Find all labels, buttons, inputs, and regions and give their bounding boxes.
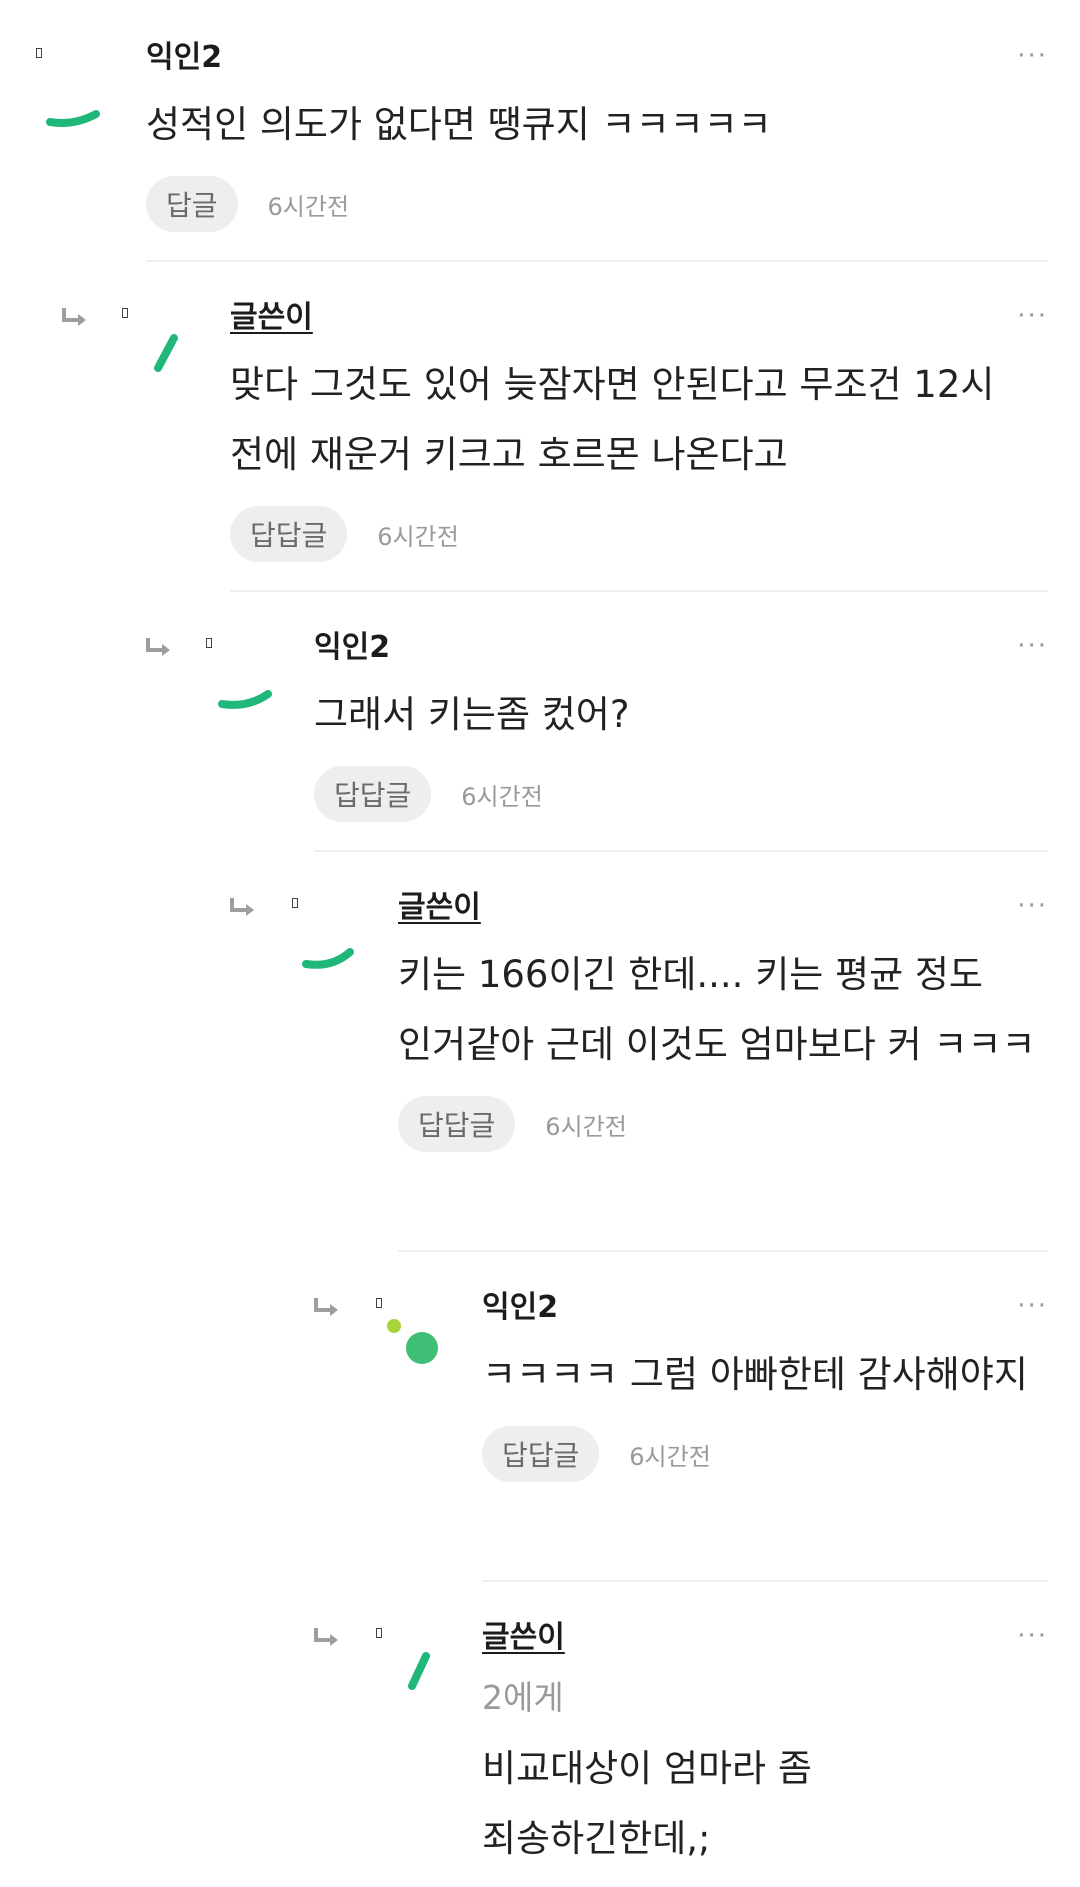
comment-author[interactable]: 글쓴이 xyxy=(482,1620,1048,1656)
comment: 글쓴이 ··· 키는 166이긴 한데.... 키는 평균 정도 인거같아 근데… xyxy=(0,890,1048,1250)
reply-button[interactable]: 답답글 xyxy=(314,766,432,822)
comment-text: 맞다 그것도 있어 늦잠자면 안된다고 무조건 12시 전에 재운거 키크고 호… xyxy=(230,363,995,476)
timestamp: 6시간전 xyxy=(461,782,543,811)
comment-text: 비교대상이 엄마라 좀 죄송하긴한데,; xyxy=(482,1747,812,1860)
comment-author[interactable]: 글쓴이 xyxy=(398,890,1048,926)
more-options-icon[interactable]: ··· xyxy=(1017,1623,1048,1649)
marker-icon xyxy=(292,898,298,908)
comment-author[interactable]: 익인2 xyxy=(146,40,1048,76)
reply-button[interactable]: 답글 xyxy=(146,176,238,232)
more-options-icon[interactable]: ··· xyxy=(1017,1293,1048,1319)
comment-meta: 답답글 6시간전 xyxy=(230,506,1048,562)
reply-arrow-icon xyxy=(312,1296,340,1320)
comment: 익인2 ··· 성적인 의도가 없다면 땡큐지 ㅋㅋㅋㅋㅋ 답글 6시간전 xyxy=(0,40,1048,260)
comment-author[interactable]: 익인2 xyxy=(314,630,1048,666)
comment-meta: 답답글 6시간전 xyxy=(398,1096,1048,1152)
reply-arrow-icon xyxy=(312,1626,340,1650)
reply-arrow-icon xyxy=(144,636,172,660)
reply-arrow-icon xyxy=(228,896,256,920)
avatar-icon[interactable] xyxy=(392,1646,452,1706)
reply-button[interactable]: 답답글 xyxy=(482,1426,600,1482)
reply-target: 2에게 xyxy=(482,1678,564,1717)
marker-icon xyxy=(376,1298,382,1308)
marker-icon xyxy=(122,308,128,318)
more-options-icon[interactable]: ··· xyxy=(1017,633,1048,659)
avatar-icon[interactable] xyxy=(44,74,104,134)
timestamp: 6시간전 xyxy=(545,1112,627,1141)
comment-text: 그래서 키는좀 컸어? xyxy=(314,693,630,736)
avatar-icon[interactable] xyxy=(298,918,358,978)
comment-author[interactable]: 익인2 xyxy=(482,1290,1048,1326)
timestamp: 6시간전 xyxy=(377,522,459,551)
comment-author[interactable]: 글쓴이 xyxy=(230,300,1048,336)
divider xyxy=(398,1250,1048,1252)
more-options-icon[interactable]: ··· xyxy=(1017,303,1048,329)
comment: 익인2 ··· ㅋㅋㅋㅋ 그럼 아빠한테 감사해야지 답답글 6시간전 xyxy=(0,1290,1048,1580)
avatar-icon[interactable] xyxy=(380,1314,440,1374)
comment-meta: 답글 6시간전 xyxy=(146,176,1048,232)
comment: 익인2 ··· 그래서 키는좀 컸어? 답답글 6시간전 xyxy=(0,630,1048,850)
comment-text: ㅋㅋㅋㅋ 그럼 아빠한테 감사해야지 xyxy=(482,1353,1028,1396)
comment-thread: 익인2 ··· 성적인 의도가 없다면 땡큐지 ㅋㅋㅋㅋㅋ 답글 6시간전 글쓴… xyxy=(0,0,1080,1887)
divider xyxy=(314,850,1048,852)
comment: 글쓴이 ··· 2에게 비교대상이 엄마라 좀 죄송하긴한데,; xyxy=(0,1620,1048,1887)
comment: 글쓴이 ··· 맞다 그것도 있어 늦잠자면 안된다고 무조건 12시 전에 재… xyxy=(0,300,1048,590)
avatar-icon[interactable] xyxy=(214,658,274,718)
marker-icon xyxy=(206,638,212,648)
timestamp: 6시간전 xyxy=(629,1442,711,1471)
divider xyxy=(482,1580,1048,1582)
comment-content: 익인2 ··· ㅋㅋㅋㅋ 그럼 아빠한테 감사해야지 답답글 6시간전 xyxy=(482,1290,1048,1482)
more-options-icon[interactable]: ··· xyxy=(1017,893,1048,919)
comment-text: 성적인 의도가 없다면 땡큐지 ㅋㅋㅋㅋㅋ xyxy=(146,103,772,146)
divider xyxy=(230,590,1048,592)
comment-content: 글쓴이 ··· 키는 166이긴 한데.... 키는 평균 정도 인거같아 근데… xyxy=(398,890,1048,1152)
comment-meta: 답답글 6시간전 xyxy=(482,1426,1048,1482)
divider xyxy=(146,260,1048,262)
avatar-icon[interactable] xyxy=(140,330,200,390)
more-options-icon[interactable]: ··· xyxy=(1017,43,1048,69)
comment-content: 익인2 ··· 그래서 키는좀 컸어? 답답글 6시간전 xyxy=(314,630,1048,822)
reply-arrow-icon xyxy=(60,306,88,330)
comment-content: 글쓴이 ··· 2에게 비교대상이 엄마라 좀 죄송하긴한데,; xyxy=(482,1620,1048,1874)
comment-meta: 답답글 6시간전 xyxy=(314,766,1048,822)
timestamp: 6시간전 xyxy=(267,192,350,221)
comment-content: 글쓴이 ··· 맞다 그것도 있어 늦잠자면 안된다고 무조건 12시 전에 재… xyxy=(230,300,1048,562)
comment-content: 익인2 ··· 성적인 의도가 없다면 땡큐지 ㅋㅋㅋㅋㅋ 답글 6시간전 xyxy=(146,40,1048,232)
reply-button[interactable]: 답답글 xyxy=(398,1096,516,1152)
marker-icon xyxy=(36,48,42,58)
reply-button[interactable]: 답답글 xyxy=(230,506,348,562)
marker-icon xyxy=(376,1628,382,1638)
comment-text: 키는 166이긴 한데.... 키는 평균 정도 인거같아 근데 이것도 엄마보… xyxy=(398,953,1036,1066)
